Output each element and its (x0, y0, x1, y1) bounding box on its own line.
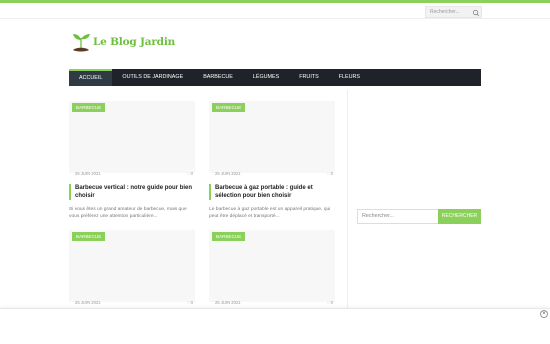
nav-item-outils[interactable]: OUTILS DE JARDINAGE (112, 69, 193, 86)
main-nav: ACCUEIL OUTILS DE JARDINAGE BARBECUE LÉG… (69, 69, 481, 86)
nav-item-legumes[interactable]: LÉGUMES (243, 69, 289, 86)
sprout-icon (70, 30, 92, 54)
comment-count[interactable]: ◌ 0 (187, 300, 193, 305)
post-date: 25 JUIN 2021 (215, 171, 241, 176)
post-title[interactable]: Barbecue à gaz portable : guide et sélec… (209, 184, 335, 200)
ad-banner (0, 308, 550, 344)
sidebar-search-input[interactable]: Rechercher... (357, 209, 439, 224)
close-icon[interactable]: × (540, 310, 548, 318)
sidebar-divider (347, 90, 348, 310)
post-meta: 25 JUIN 2021 ◌ 0 (75, 300, 193, 305)
post-title[interactable]: Barbecue vertical : notre guide pour bie… (69, 184, 195, 200)
category-tag[interactable]: Barbecue (72, 232, 106, 241)
comment-count[interactable]: ◌ 0 (327, 171, 333, 176)
post-date: 25 JUIN 2021 (75, 300, 101, 305)
site-logo[interactable]: Le Blog Jardin (70, 28, 175, 56)
comment-count[interactable]: ◌ 0 (187, 171, 193, 176)
post-excerpt: Si vous êtes un grand amateur de barbecu… (69, 207, 187, 219)
post-meta: 25 JUIN 2021 ◌ 0 (215, 171, 333, 176)
sidebar-search-button[interactable]: RECHERCHER (438, 209, 481, 224)
comment-count[interactable]: ◌ 0 (327, 300, 333, 305)
nav-item-accueil[interactable]: ACCUEIL (69, 69, 113, 86)
top-bar: Rechercher... (0, 3, 550, 19)
nav-item-barbecue[interactable]: BARBECUE (193, 69, 243, 86)
post-excerpt: Le barbecue à gaz portable est un appare… (209, 207, 331, 219)
comment-count-value: 0 (190, 171, 193, 176)
nav-item-fleurs[interactable]: FLEURS (329, 69, 370, 86)
post-date: 25 JUIN 2021 (75, 171, 101, 176)
category-tag[interactable]: Barbecue (212, 232, 246, 241)
comment-count-value: 0 (330, 300, 333, 305)
nav-item-fruits[interactable]: FRUITS (289, 69, 328, 86)
post-meta: 25 JUIN 2021 ◌ 0 (75, 171, 193, 176)
post-date: 25 JUIN 2021 (215, 300, 241, 305)
category-tag[interactable]: Barbecue (72, 103, 106, 112)
post-meta: 25 JUIN 2021 ◌ 0 (215, 300, 333, 305)
search-icon[interactable] (470, 6, 482, 18)
comment-count-value: 0 (330, 171, 333, 176)
comment-count-value: 0 (190, 300, 193, 305)
category-tag[interactable]: Barbecue (212, 103, 246, 112)
logo-text: Le Blog Jardin (93, 36, 176, 48)
